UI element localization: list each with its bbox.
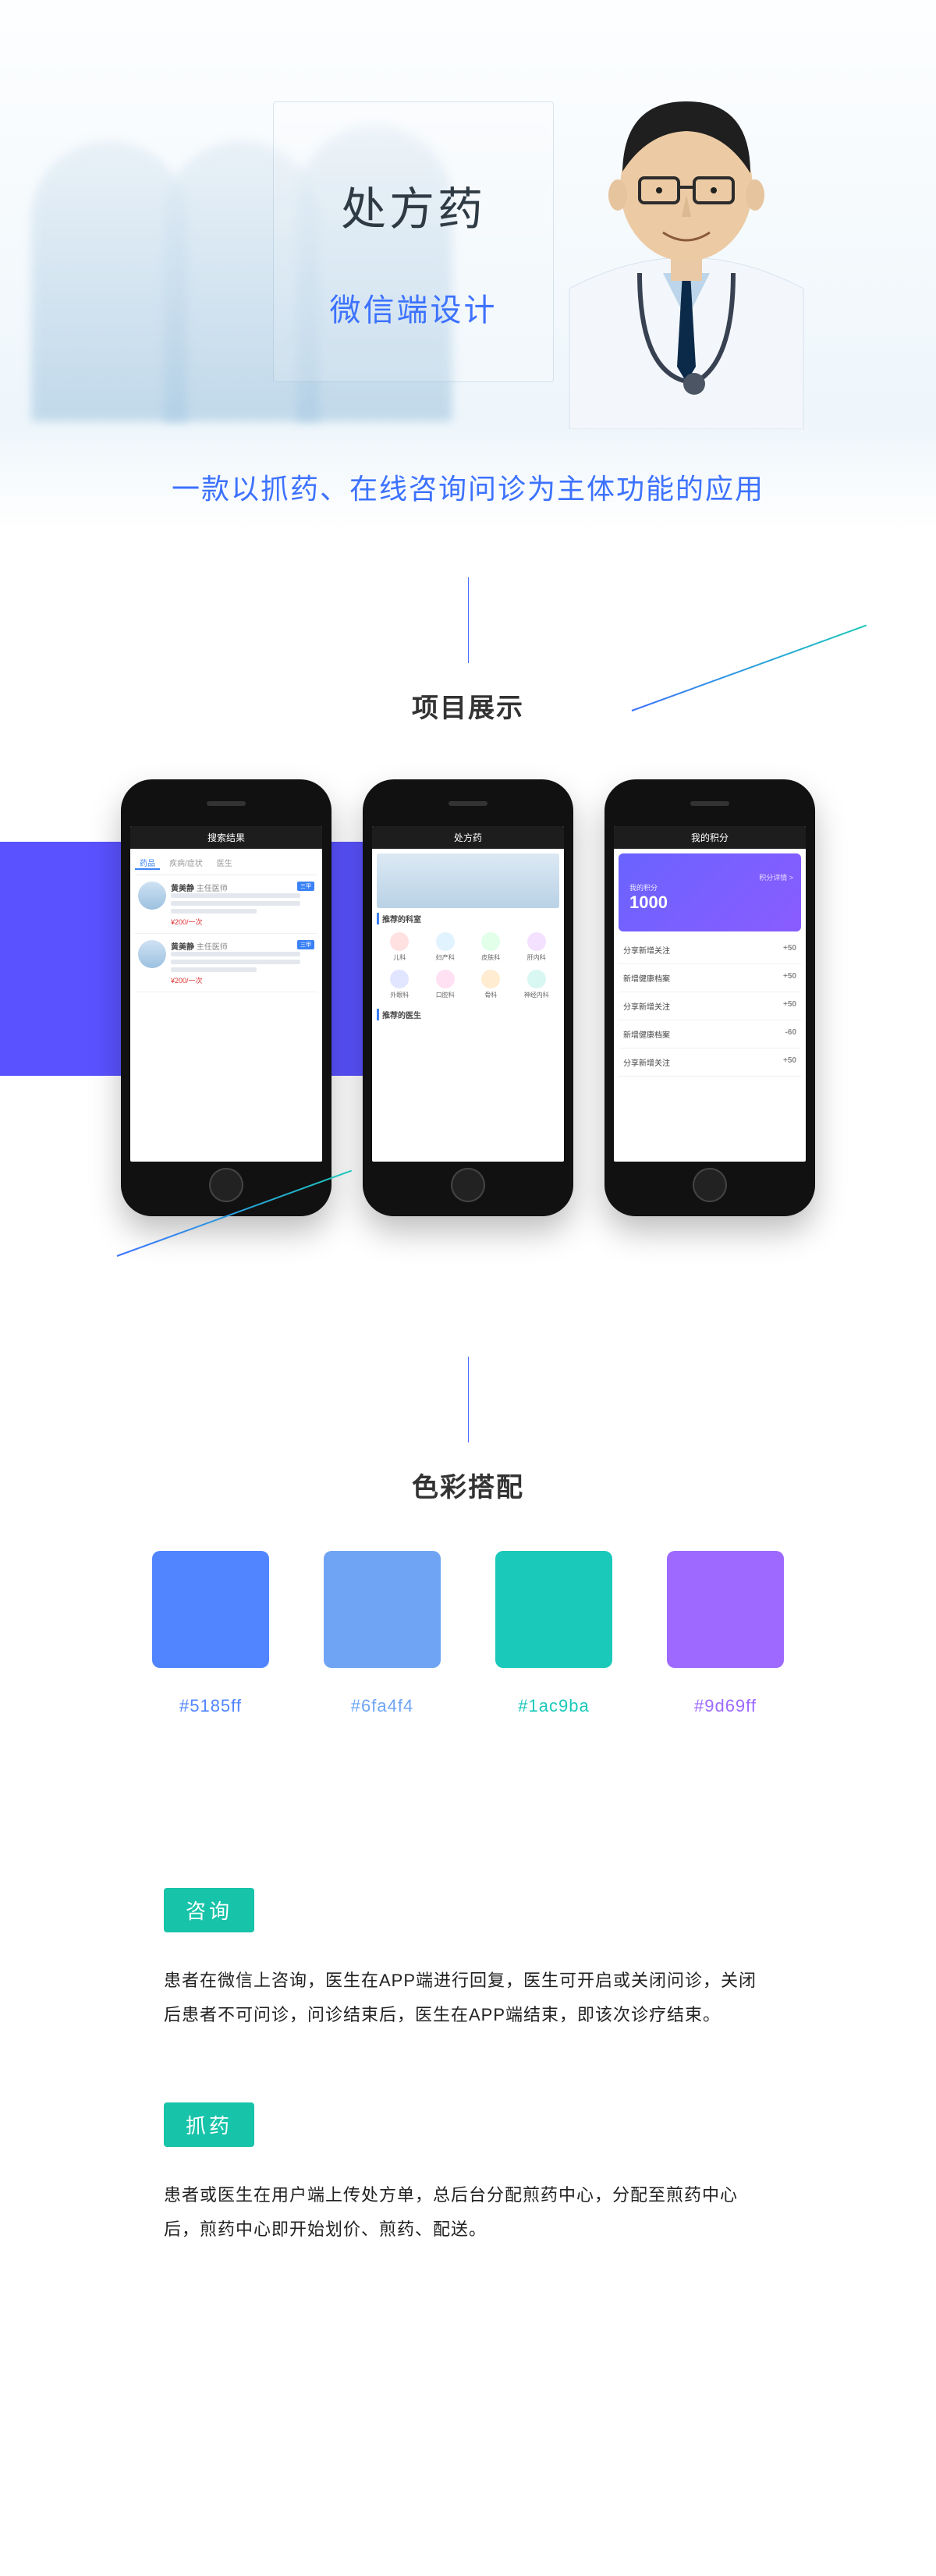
- score-row: 分享新增关注+50: [619, 936, 801, 964]
- swatch-box: [324, 1551, 441, 1668]
- dept-item: 儿科: [378, 932, 421, 962]
- badge: 三甲: [297, 882, 314, 891]
- swatch-hex: #9d69ff: [667, 1696, 784, 1716]
- score-card: 积分详情 > 我的积分 1000: [619, 853, 801, 931]
- swatch: #5185ff: [152, 1551, 269, 1716]
- feature-block: 咨询 患者在微信上咨询，医生在APP端进行回复，医生可开启或关闭问诊，关闭后患者…: [164, 1888, 772, 2032]
- phones-row: 搜索结果 药品 疾病/症状 医生 黄美静 主任医师 三甲: [0, 779, 936, 1216]
- swatch: #6fa4f4: [324, 1551, 441, 1716]
- score-label: 我的积分: [629, 882, 801, 892]
- swatch-row: #5185ff #6fa4f4 #1ac9ba #9d69ff: [0, 1551, 936, 1716]
- swatch-box: [495, 1551, 612, 1668]
- hero-subtitle: 微信端设计: [330, 285, 498, 330]
- dept-item: 骨科: [470, 970, 512, 999]
- price: ¥200/一次: [171, 975, 314, 985]
- tab: 医生: [212, 857, 237, 870]
- swatch-box: [667, 1551, 784, 1668]
- section-showcase: 项目展示 搜索结果 药品 疾病/症状 医生: [0, 530, 936, 1310]
- phone-mockup: 搜索结果 药品 疾病/症状 医生 黄美静 主任医师 三甲: [121, 779, 332, 1216]
- dept-item: 肝内科: [516, 932, 558, 962]
- swatch-hex: #1ac9ba: [495, 1696, 612, 1716]
- avatar: [138, 940, 166, 968]
- hero-title: 处方药: [341, 172, 486, 238]
- tab: 药品: [135, 857, 160, 870]
- doctor-item: 黄美静 主任医师 三甲 ¥200/一次: [135, 875, 317, 934]
- score-row: 分享新增关注+50: [619, 1048, 801, 1077]
- feature-tag: 咨询: [164, 1888, 254, 1932]
- hero-main-doctor: [523, 39, 850, 429]
- section-rule: [468, 1357, 469, 1442]
- screen-header: 处方药: [372, 826, 564, 849]
- score-row: 新增健康档案-60: [619, 1020, 801, 1048]
- banner-image: [377, 853, 559, 908]
- section-title-showcase: 项目展示: [0, 687, 936, 725]
- hero-title-card: 处方药 微信端设计: [273, 101, 554, 382]
- tab: 疾病/症状: [165, 857, 207, 870]
- phone-band: 搜索结果 药品 疾病/症状 医生 黄美静 主任医师 三甲: [0, 779, 936, 1279]
- section-label: 推荐的医生: [377, 1009, 559, 1020]
- feature-body: 患者在微信上咨询，医生在APP端进行回复，医生可开启或关闭问诊，关闭后患者不可问…: [164, 1964, 772, 2032]
- dept-item: 妇产科: [424, 932, 467, 962]
- section-label: 推荐的科室: [377, 913, 559, 924]
- dept-item: 外眼科: [378, 970, 421, 999]
- score-row: 分享新增关注+50: [619, 992, 801, 1020]
- score-value: 1000: [629, 892, 801, 913]
- screen-header: 我的积分: [614, 826, 806, 849]
- avatar: [138, 882, 166, 910]
- dept-grid: 儿科 妇产科 皮肤科 肝内科 外眼科 口腔科 骨科 神经内科: [377, 928, 559, 1004]
- phone-screen-home: 处方药 推荐的科室 儿科 妇产科 皮肤科 肝内科 外眼科 口腔科 骨科 神经内: [372, 826, 564, 1162]
- feature-block: 抓药 患者或医生在用户端上传处方单，总后台分配煎药中心，分配至煎药中心后，煎药中…: [164, 2102, 772, 2247]
- screen-header: 搜索结果: [130, 826, 322, 849]
- score-detail-link: 积分详情 >: [629, 872, 801, 882]
- badge: 三甲: [297, 940, 314, 949]
- price: ¥200/一次: [171, 917, 314, 927]
- section-rule: [468, 577, 469, 663]
- phone-mockup: 我的积分 积分详情 > 我的积分 1000 分享新增关注+50 新增健康档案+5…: [604, 779, 815, 1216]
- swatch: #9d69ff: [667, 1551, 784, 1716]
- hero: 处方药 微信端设计 一款以抓药、在线咨询问诊为主体功能的应用: [0, 0, 936, 530]
- dept-item: 神经内科: [516, 970, 558, 999]
- swatch-hex: #6fa4f4: [324, 1696, 441, 1716]
- score-row: 新增健康档案+50: [619, 964, 801, 992]
- hero-tagline: 一款以抓药、在线咨询问诊为主体功能的应用: [0, 467, 936, 507]
- phone-mockup: 处方药 推荐的科室 儿科 妇产科 皮肤科 肝内科 外眼科 口腔科 骨科 神经内: [363, 779, 573, 1216]
- swatch-box: [152, 1551, 269, 1668]
- feature-body: 患者或医生在用户端上传处方单，总后台分配煎药中心，分配至煎药中心后，煎药中心即开…: [164, 2178, 772, 2247]
- section-palette: 色彩搭配 #5185ff #6fa4f4 #1ac9ba #9d69ff: [0, 1310, 936, 1747]
- swatch: #1ac9ba: [495, 1551, 612, 1716]
- doctor-item: 黄美静 主任医师 三甲 ¥200/一次: [135, 934, 317, 992]
- section-title-palette: 色彩搭配: [0, 1466, 936, 1504]
- phone-screen-search: 搜索结果 药品 疾病/症状 医生 黄美静 主任医师 三甲: [130, 826, 322, 1162]
- phone-screen-score: 我的积分 积分详情 > 我的积分 1000 分享新增关注+50 新增健康档案+5…: [614, 826, 806, 1162]
- swatch-hex: #5185ff: [152, 1696, 269, 1716]
- section-features: 咨询 患者在微信上咨询，医生在APP端进行回复，医生可开启或关闭问诊，关闭后患者…: [164, 1888, 772, 2247]
- feature-tag: 抓药: [164, 2102, 254, 2147]
- dept-item: 口腔科: [424, 970, 467, 999]
- dept-item: 皮肤科: [470, 932, 512, 962]
